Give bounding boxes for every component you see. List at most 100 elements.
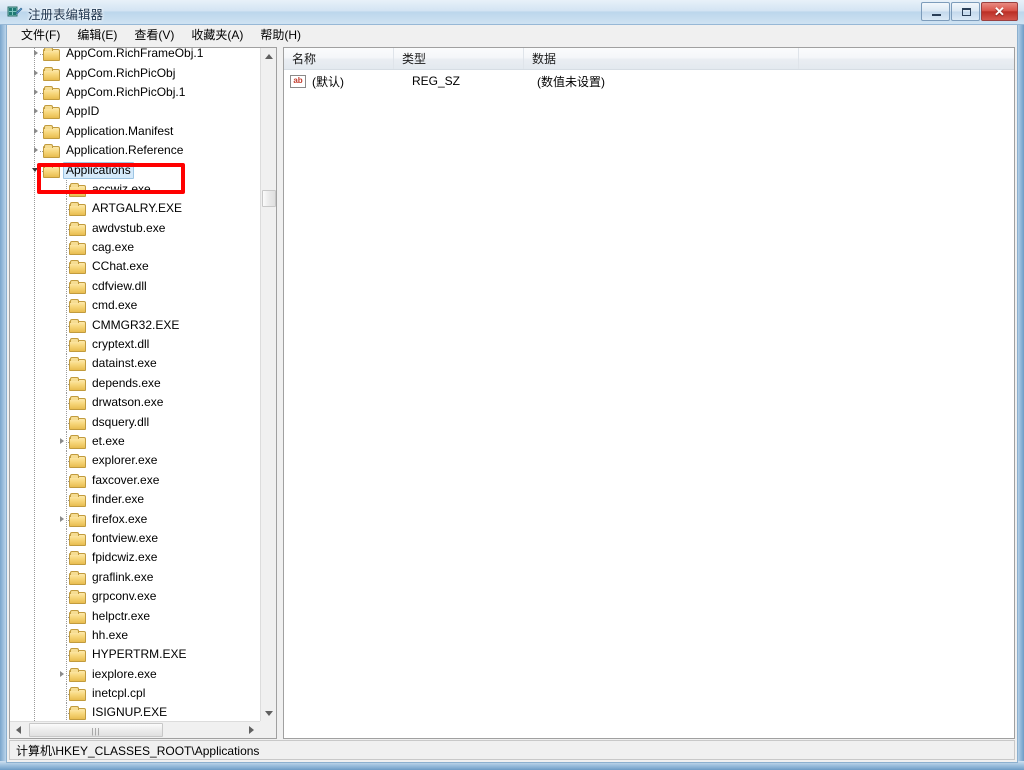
tree-item-label: grpconv.exe	[92, 589, 157, 604]
tree-item-hh-exe[interactable]: hh.exe	[10, 625, 261, 645]
tree-expander-collapsed-icon[interactable]	[30, 83, 43, 102]
folder-icon	[69, 241, 86, 256]
tree-expander-empty	[56, 335, 69, 354]
folder-icon	[69, 648, 86, 663]
tree-expander-empty	[56, 316, 69, 335]
folder-icon	[69, 706, 86, 721]
tree-expander-collapsed-icon[interactable]	[30, 141, 43, 160]
registry-values-pane[interactable]: 名称 类型 数据 ab (默认) REG_SZ (数值未设置)	[283, 47, 1015, 739]
tree-item-cchat-exe[interactable]: CChat.exe	[10, 257, 261, 277]
tree-item-accwiz-exe[interactable]: accwiz.exe	[10, 179, 261, 199]
tree-item-hypertrm-exe[interactable]: HYPERTRM.EXE	[10, 645, 261, 665]
tree-item-label: cmd.exe	[92, 298, 138, 313]
scroll-down-button[interactable]	[261, 705, 276, 722]
tree-item-appcom-richframeobj-1[interactable]: AppCom.RichFrameObj.1	[10, 48, 261, 63]
tree-item-helpctr-exe[interactable]: helpctr.exe	[10, 606, 261, 626]
tree-expander-collapsed-icon[interactable]	[30, 64, 43, 83]
tree-item-drwatson-exe[interactable]: drwatson.exe	[10, 393, 261, 413]
tree-item-label: fontview.exe	[92, 530, 159, 545]
tree-expander-empty	[56, 548, 69, 567]
scroll-right-button[interactable]	[243, 722, 260, 738]
tree-item-iexplore-exe[interactable]: iexplore.exe	[10, 664, 261, 684]
title-bar[interactable]: 注册表编辑器 ✕	[0, 0, 1024, 25]
tree-item-list: AppCom.RichFrameObj.1 AppCom.RichPicObj Ap…	[10, 48, 261, 723]
column-type[interactable]: 类型	[394, 48, 524, 69]
value-name-cell: (默认)	[312, 74, 344, 89]
horizontal-scroll-thumb[interactable]: |||	[29, 723, 163, 737]
column-name-label: 名称	[292, 52, 317, 66]
tree-item-cag-exe[interactable]: cag.exe	[10, 238, 261, 258]
scroll-thumb-grip-icon: |||	[91, 727, 101, 736]
menu-help[interactable]: 帮助(H)	[252, 24, 310, 46]
tree-expander-empty	[56, 296, 69, 315]
tree-expander-collapsed-icon[interactable]	[56, 665, 69, 684]
regedit-icon	[7, 4, 23, 20]
column-type-label: 类型	[402, 52, 427, 66]
tree-item-appcom-richpicobj[interactable]: AppCom.RichPicObj	[10, 63, 261, 82]
tree-item-isignup-exe[interactable]: ISIGNUP.EXE	[10, 703, 261, 723]
tree-expander-collapsed-icon[interactable]	[30, 122, 43, 141]
registry-tree-pane[interactable]: AppCom.RichFrameObj.1 AppCom.RichPicObj Ap…	[9, 47, 277, 739]
tree-item-firefox-exe[interactable]: firefox.exe	[10, 509, 261, 529]
menu-favorites[interactable]: 收藏夹(A)	[183, 24, 252, 46]
scroll-up-button[interactable]	[261, 48, 276, 65]
tree-item-et-exe[interactable]: et.exe	[10, 432, 261, 451]
folder-icon	[69, 551, 86, 566]
tree-expander-collapsed-icon[interactable]	[30, 48, 43, 63]
menu-file[interactable]: 文件(F)	[13, 24, 69, 46]
tree-item-label: inetcpl.cpl	[92, 686, 146, 701]
tree-expander-collapsed-icon[interactable]	[30, 102, 43, 121]
tree-item-awdvstub-exe[interactable]: awdvstub.exe	[10, 218, 261, 238]
tree-item-graflink-exe[interactable]: graflink.exe	[10, 567, 261, 587]
maximize-button[interactable]	[951, 2, 980, 21]
tree-item-label: et.exe	[92, 434, 125, 448]
tree-item-finder-exe[interactable]: finder.exe	[10, 490, 261, 510]
tree-vertical-scrollbar[interactable]	[260, 48, 276, 722]
tree-item-cmd-exe[interactable]: cmd.exe	[10, 296, 261, 316]
folder-icon	[69, 628, 86, 643]
folder-icon	[69, 435, 86, 449]
tree-item-appcom-richpicobj-1[interactable]: AppCom.RichPicObj.1	[10, 83, 261, 102]
tree-item-dsquery-dll[interactable]: dsquery.dll	[10, 412, 261, 432]
folder-icon	[43, 48, 60, 62]
tree-item-application-manifest[interactable]: Application.Manifest	[10, 122, 261, 141]
tree-item-application-reference[interactable]: Application.Reference	[10, 141, 261, 160]
tree-item-label: hh.exe	[92, 627, 129, 642]
folder-icon	[69, 396, 86, 411]
tree-expander-empty	[56, 529, 69, 548]
tree-item-depends-exe[interactable]: depends.exe	[10, 373, 261, 393]
menu-edit[interactable]: 编辑(E)	[69, 24, 126, 46]
tree-item-cryptext-dll[interactable]: cryptext.dll	[10, 335, 261, 355]
tree-item-grpconv-exe[interactable]: grpconv.exe	[10, 587, 261, 607]
menu-view[interactable]: 查看(V)	[126, 24, 183, 46]
close-button[interactable]: ✕	[981, 2, 1018, 21]
vertical-scroll-thumb[interactable]	[262, 190, 276, 207]
tree-item-label: accwiz.exe	[92, 181, 151, 196]
tree-expander-expanded-icon[interactable]	[30, 161, 43, 180]
tree-item-inetcpl-cpl[interactable]: inetcpl.cpl	[10, 684, 261, 704]
tree-item-label: firefox.exe	[92, 511, 148, 526]
tree-viewport: AppCom.RichFrameObj.1 AppCom.RichPicObj Ap…	[10, 48, 261, 738]
tree-expander-empty	[56, 219, 69, 238]
tree-item-applications[interactable]: Applications	[10, 160, 261, 179]
tree-item-cmmgr32-exe[interactable]: CMMGR32.EXE	[10, 315, 261, 335]
tree-item-faxcover-exe[interactable]: faxcover.exe	[10, 470, 261, 490]
tree-expander-collapsed-icon[interactable]	[56, 510, 69, 529]
scroll-left-button[interactable]	[10, 722, 27, 738]
tree-item-appid[interactable]: AppID	[10, 102, 261, 121]
tree-item-artgalry-exe[interactable]: ARTGALRY.EXE	[10, 199, 261, 219]
tree-item-fpidcwiz-exe[interactable]: fpidcwiz.exe	[10, 548, 261, 568]
tree-item-datainst-exe[interactable]: datainst.exe	[10, 354, 261, 374]
tree-horizontal-scrollbar[interactable]: |||	[10, 721, 276, 738]
client-area: 文件(F) 编辑(E) 查看(V) 收藏夹(A) 帮助(H) AppCom.Ri…	[6, 25, 1018, 763]
minimize-button[interactable]	[921, 2, 950, 21]
tree-item-label: explorer.exe	[92, 453, 158, 468]
tree-expander-collapsed-icon[interactable]	[56, 432, 69, 451]
column-name[interactable]: 名称	[284, 48, 394, 69]
tree-item-fontview-exe[interactable]: fontview.exe	[10, 528, 261, 548]
tree-item-explorer-exe[interactable]: explorer.exe	[10, 451, 261, 471]
table-row[interactable]: ab (默认) REG_SZ (数值未设置)	[284, 70, 1014, 92]
tree-item-cdfview-dll[interactable]: cdfview.dll	[10, 276, 261, 296]
column-data[interactable]: 数据	[524, 48, 799, 69]
folder-icon	[69, 376, 86, 391]
